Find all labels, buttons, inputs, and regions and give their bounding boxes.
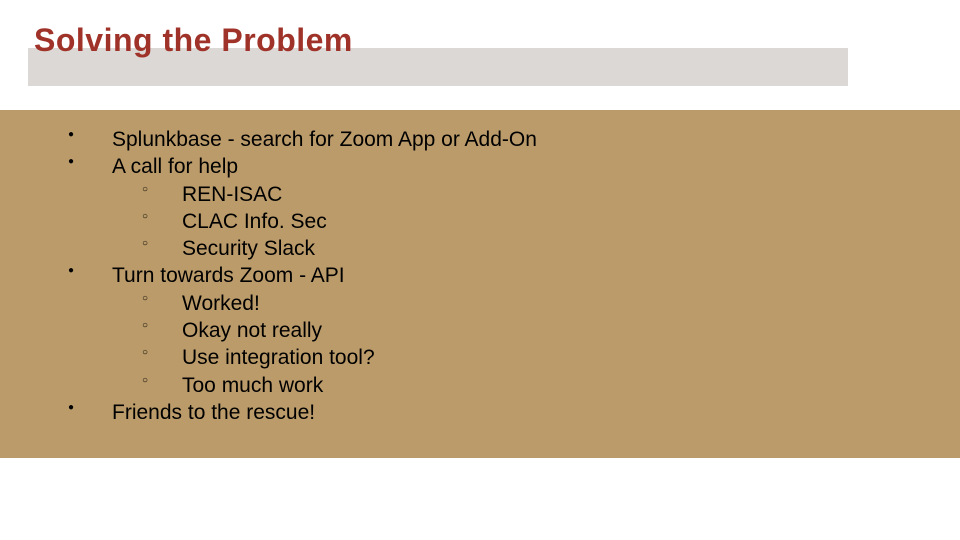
bullet-list: Splunkbase - search for Zoom App or Add-… — [50, 126, 920, 426]
item-text: Okay not really — [182, 319, 322, 342]
list-item: Turn towards Zoom - API Worked! Okay not… — [50, 262, 920, 398]
list-item: A call for help REN-ISAC CLAC Info. Sec … — [50, 153, 920, 262]
item-text: Splunkbase - search for Zoom App or Add-… — [112, 128, 537, 151]
slide: Solving the Problem Splunkbase - search … — [0, 0, 960, 540]
item-text: Security Slack — [182, 237, 315, 260]
list-item: REN-ISAC — [112, 181, 920, 208]
item-text: Friends to the rescue! — [112, 401, 315, 424]
item-text: Turn towards Zoom - API — [112, 264, 345, 287]
list-item: Use integration tool? — [112, 344, 920, 371]
list-item: Friends to the rescue! — [50, 399, 920, 426]
list-item: Too much work — [112, 372, 920, 399]
item-text: CLAC Info. Sec — [182, 210, 327, 233]
item-text: REN-ISAC — [182, 183, 282, 206]
item-text: Too much work — [182, 374, 323, 397]
list-item: CLAC Info. Sec — [112, 208, 920, 235]
slide-title: Solving the Problem — [34, 22, 353, 59]
item-text: A call for help — [112, 155, 238, 178]
list-item: Worked! — [112, 290, 920, 317]
list-item: Security Slack — [112, 235, 920, 262]
content-band: Splunkbase - search for Zoom App or Add-… — [0, 110, 960, 458]
sub-list: REN-ISAC CLAC Info. Sec Security Slack — [112, 181, 920, 263]
list-item: Okay not really — [112, 317, 920, 344]
sub-list: Worked! Okay not really Use integration … — [112, 290, 920, 399]
item-text: Worked! — [182, 292, 260, 315]
slide-content: Splunkbase - search for Zoom App or Add-… — [50, 126, 920, 426]
list-item: Splunkbase - search for Zoom App or Add-… — [50, 126, 920, 153]
item-text: Use integration tool? — [182, 346, 375, 369]
